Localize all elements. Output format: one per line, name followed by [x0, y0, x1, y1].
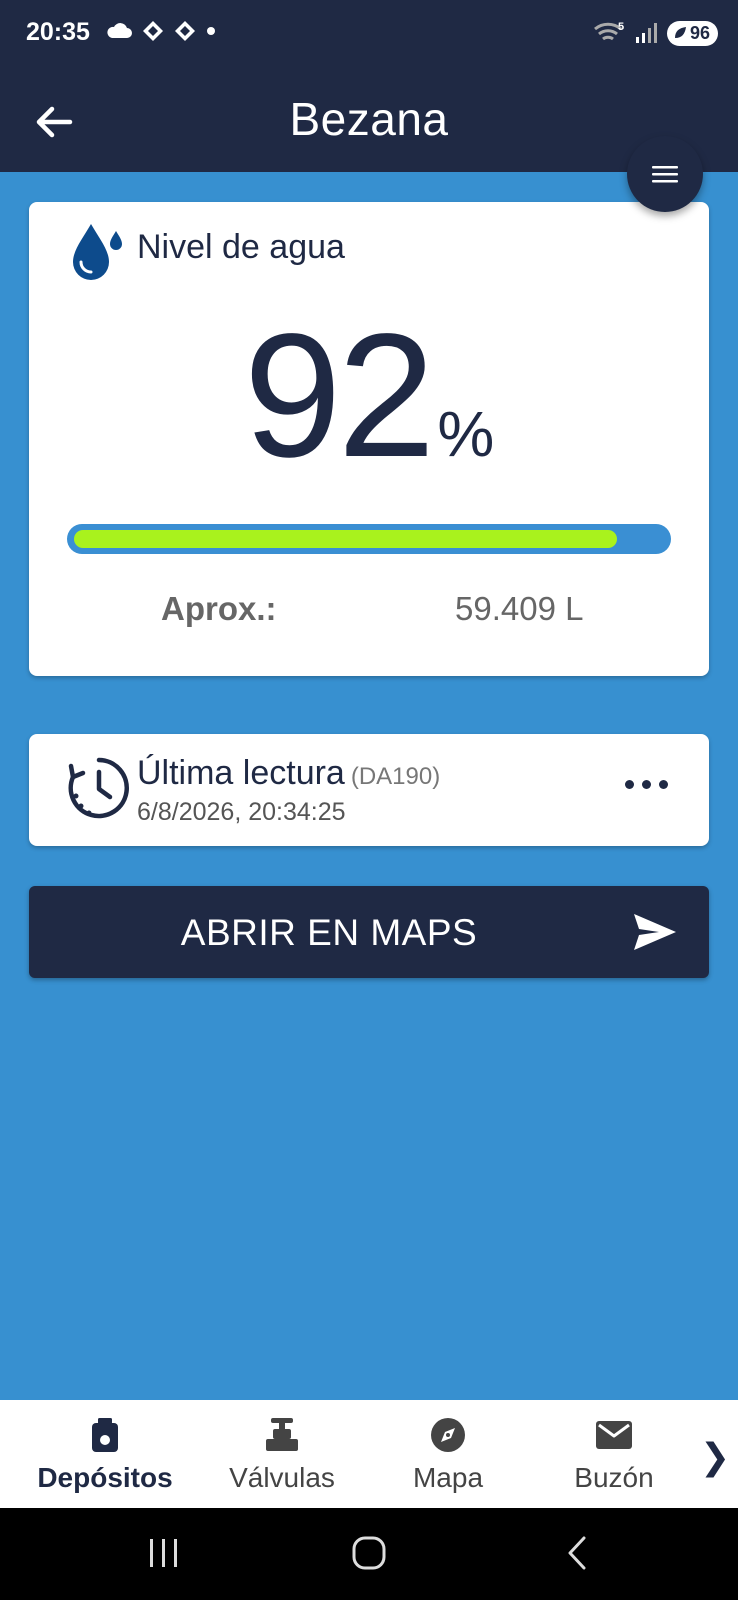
water-level-label: Nivel de agua	[137, 228, 345, 266]
compass-icon	[363, 1414, 533, 1456]
hamburger-icon	[652, 166, 678, 183]
more-dot-icon	[642, 780, 651, 789]
more-dot-icon	[659, 780, 668, 789]
battery-level: 96	[689, 22, 710, 43]
more-options-button[interactable]	[625, 780, 668, 789]
nav-item-depositos[interactable]: Depósitos	[20, 1414, 190, 1494]
clock-history-icon	[67, 756, 131, 825]
nav-next-button[interactable]: ❯	[700, 1436, 730, 1478]
last-reading-timestamp: 6/8/2026, 20:34:25	[137, 798, 346, 826]
home-button[interactable]	[352, 1536, 386, 1575]
valve-icon	[197, 1414, 367, 1456]
page-title: Bezana	[289, 93, 449, 145]
system-navigation-bar	[0, 1508, 738, 1600]
cloud-icon	[107, 23, 132, 38]
nav-label: Buzón	[574, 1462, 654, 1493]
app-bar: Bezana	[0, 72, 738, 172]
open-in-maps-button[interactable]: ABRIR EN MAPS	[29, 886, 709, 978]
recent-apps-button[interactable]	[148, 1538, 180, 1573]
leaf-icon	[674, 27, 686, 38]
nav-label: Válvulas	[229, 1462, 335, 1493]
approx-value: 59.409 L	[455, 590, 584, 627]
dot-icon	[207, 27, 215, 35]
bottom-navigation: Depósitos Válvulas Mapa Buzón ❯	[0, 1400, 738, 1508]
tank-icon	[20, 1414, 190, 1456]
home-icon	[352, 1536, 386, 1570]
level-percent-unit: %	[437, 398, 495, 470]
last-reading-card[interactable]: Última lectura (DA190) 6/8/2026, 20:34:25	[29, 734, 709, 846]
app-diamond-icon	[143, 21, 163, 41]
water-level-card: Nivel de agua 92% Aprox.: 59.409 L	[29, 202, 709, 676]
nav-item-mapa[interactable]: Mapa	[363, 1414, 533, 1494]
status-right: 5 96	[593, 20, 718, 46]
nav-label: Mapa	[412, 1462, 484, 1493]
level-progress-bar	[67, 524, 671, 554]
water-drop-icon	[69, 218, 127, 289]
signal-icon	[635, 23, 657, 43]
device-code: (DA190)	[350, 763, 441, 790]
level-percent-value: 92	[243, 298, 436, 494]
system-back-button[interactable]	[566, 1536, 588, 1575]
status-bar: 20:35 5 96	[0, 0, 738, 72]
battery-indicator: 96	[666, 20, 718, 46]
status-time: 20:35	[26, 18, 90, 46]
last-reading-title: Última lectura (DA190)	[137, 754, 440, 793]
recent-apps-icon	[150, 1539, 177, 1567]
more-dot-icon	[625, 780, 634, 789]
menu-button[interactable]	[627, 136, 703, 212]
level-percentage: 92%	[29, 308, 709, 484]
approx-label: Aprox.:	[161, 590, 277, 627]
notification-icons	[106, 20, 216, 42]
wifi-icon: 5	[593, 21, 624, 41]
last-reading-label: Última lectura	[137, 754, 345, 792]
open-in-maps-label: ABRIR EN MAPS	[180, 912, 478, 953]
chevron-left-icon	[568, 1536, 586, 1570]
send-icon	[631, 910, 679, 959]
mail-icon	[529, 1414, 699, 1456]
wifi-badge: 5	[618, 21, 624, 33]
nav-label: Depósitos	[37, 1462, 173, 1493]
app-diamond-icon	[175, 21, 195, 41]
level-progress-fill	[74, 530, 617, 548]
nav-item-buzon[interactable]: Buzón	[529, 1414, 699, 1494]
nav-item-valvulas[interactable]: Válvulas	[197, 1414, 367, 1494]
